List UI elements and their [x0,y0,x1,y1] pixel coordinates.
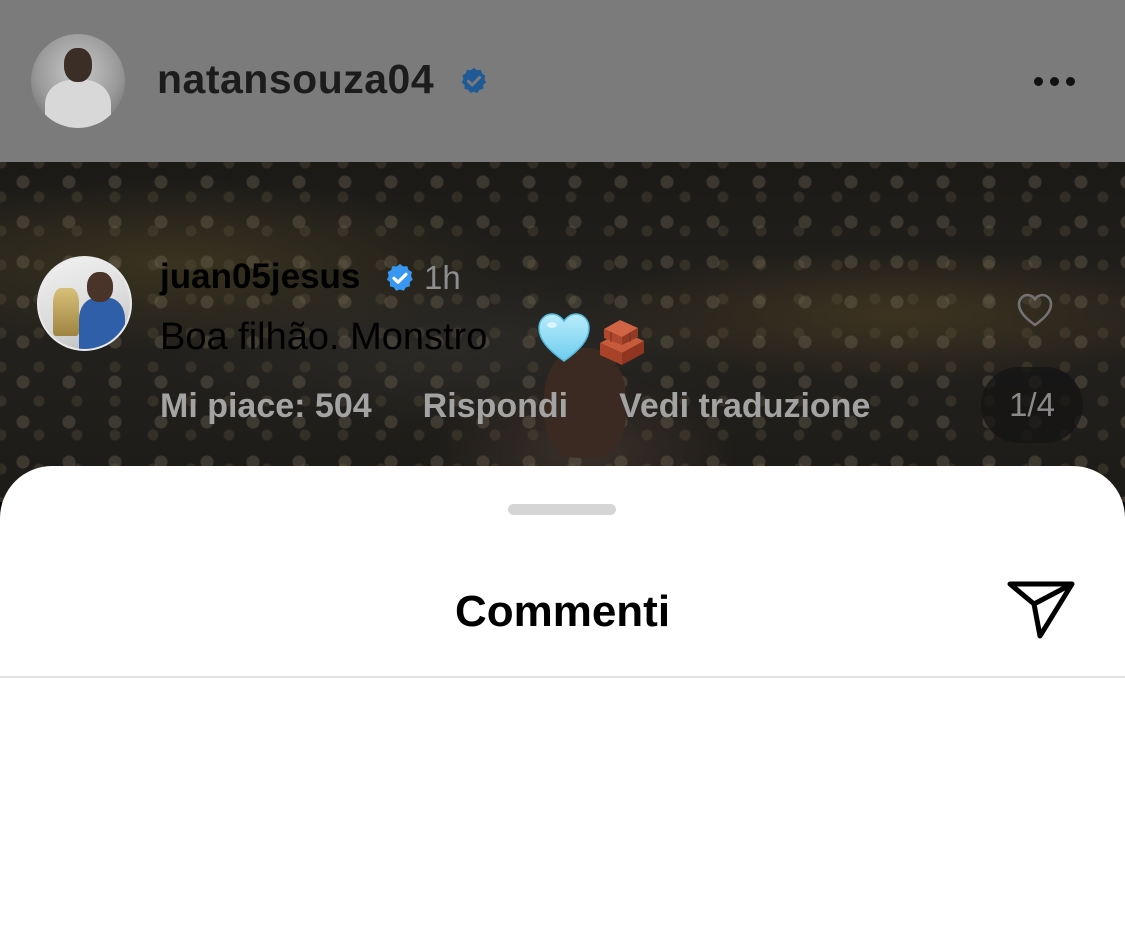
heart-outline-icon[interactable] [1016,292,1054,328]
avatar-figure-body [45,80,111,128]
avatar-figure-head [87,272,113,302]
send-icon[interactable] [1006,578,1076,640]
sheet-divider [0,676,1125,678]
more-horizontal-icon[interactable] [1034,72,1084,90]
comment-actions: Mi piace: 504 Rispondi Vedi traduzione [160,387,870,426]
reply-button[interactable]: Rispondi [423,387,568,426]
comment-timestamp: 1h [424,259,461,296]
brick-emoji-icon [600,320,644,365]
image-counter-badge: 1/4 [981,367,1083,443]
avatar-figure-body [79,298,125,349]
comment-likes-count[interactable]: Mi piace: 504 [160,387,372,426]
sheet-title: Commenti [454,587,671,636]
comment-text: Boa filhão. Monstro [160,316,488,358]
verified-badge-icon [461,67,486,93]
comment-author-avatar[interactable] [37,256,132,351]
comments-sheet: Commenti [0,466,1125,933]
light-blue-heart-emoji-icon [538,313,590,362]
verified-badge-icon [386,264,413,291]
trophy-icon [53,288,79,336]
see-translation-button[interactable]: Vedi traduzione [619,387,870,426]
sheet-grabber-handle[interactable] [508,504,616,515]
post-author-username[interactable]: natansouza04 [157,56,434,103]
post-header: natansouza04 [0,0,1125,162]
post-author-avatar[interactable] [31,34,125,128]
comment-author-username[interactable]: juan05jesus [160,257,360,297]
avatar-figure-head [64,48,92,82]
